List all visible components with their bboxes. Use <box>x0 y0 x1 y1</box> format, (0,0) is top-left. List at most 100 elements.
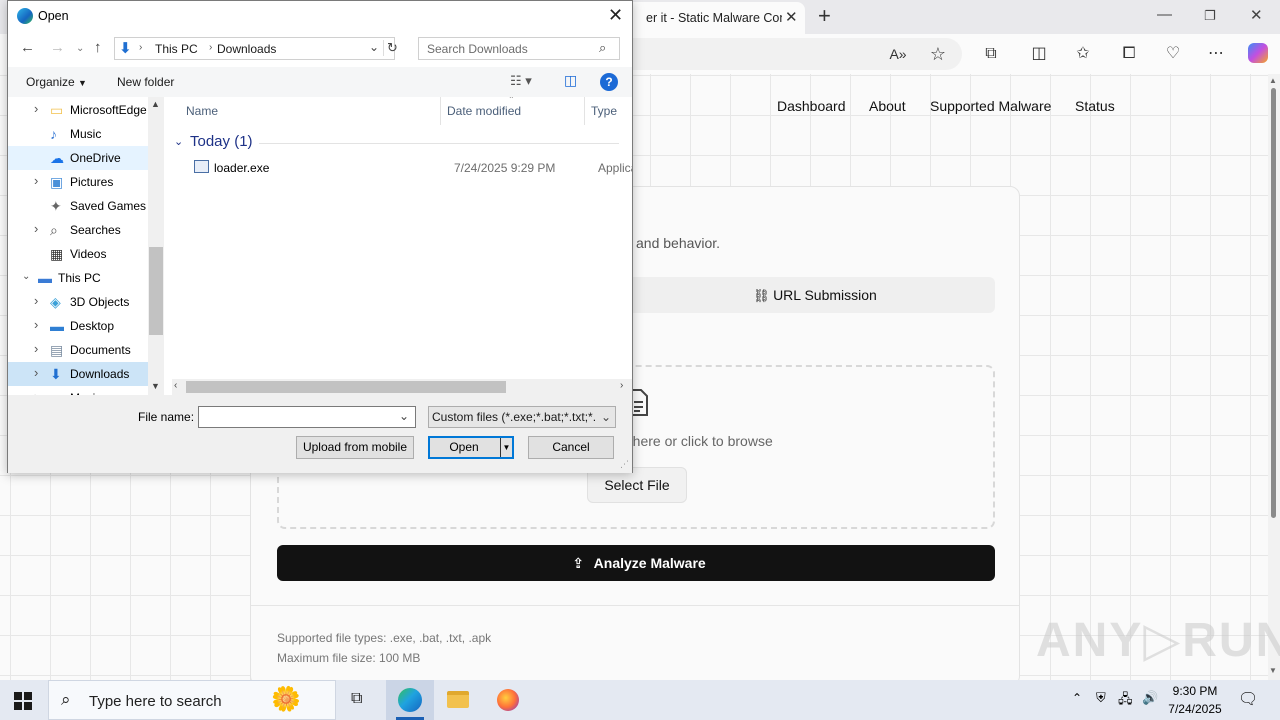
favorites-icon[interactable]: ✩ <box>1073 44 1093 64</box>
this-pc-icon: ▬ <box>38 270 52 286</box>
folder-icon: ▭ <box>50 102 64 118</box>
scroll-up-icon[interactable]: ▲ <box>1269 76 1277 85</box>
filepane-h-scroll-thumb[interactable] <box>186 381 506 393</box>
help-icon[interactable]: ? <box>600 73 618 91</box>
restore-icon[interactable]: ❐ <box>1204 8 1216 24</box>
task-view-icon[interactable]: ⧉ <box>336 680 384 720</box>
collapse-chevron-icon[interactable]: ⌄ <box>22 271 30 282</box>
favorite-star-icon[interactable]: ☆ <box>928 44 948 64</box>
open-button[interactable]: Open ▼ <box>428 436 514 459</box>
back-icon[interactable]: ← <box>20 39 35 56</box>
expand-chevron-icon[interactable]: › <box>34 293 38 308</box>
upload-from-mobile-button[interactable]: Upload from mobile <box>296 436 414 459</box>
open-split-dropdown-icon[interactable]: ▼ <box>500 438 512 457</box>
group-header-today[interactable]: Today (1) <box>190 133 253 150</box>
up-icon[interactable]: ↑ <box>94 39 102 56</box>
nav-item-music[interactable]: ♪ Music <box>8 122 148 146</box>
file-type-filter[interactable]: Custom files (*.exe;*.bat;*.txt;*. ⌄ <box>428 406 616 428</box>
refresh-icon[interactable]: ↻ <box>383 40 398 56</box>
tab-close-icon[interactable]: ✕ <box>785 8 798 26</box>
nav-status[interactable]: Status <box>1075 98 1115 114</box>
expand-chevron-icon[interactable]: › <box>34 341 38 356</box>
preview-pane-icon[interactable]: ◫ <box>564 72 577 89</box>
navpane-scroll-up-icon[interactable]: ▲ <box>151 99 160 109</box>
more-icon[interactable]: ⋯ <box>1206 44 1226 64</box>
new-folder-button[interactable]: New folder <box>117 75 174 89</box>
nav-supported-malware[interactable]: Supported Malware <box>930 98 1051 114</box>
column-header-type[interactable]: Type <box>591 104 617 118</box>
expand-chevron-icon[interactable]: › <box>34 221 38 236</box>
nav-about[interactable]: About <box>869 98 906 114</box>
nav-item-documents[interactable]: › ▤ Documents <box>8 338 148 362</box>
browser-essentials-icon[interactable]: ♡ <box>1163 44 1183 64</box>
dialog-close-icon[interactable]: ✕ <box>608 5 623 26</box>
scroll-left-icon[interactable]: ‹ <box>174 380 177 391</box>
navpane-scroll-thumb[interactable] <box>149 247 163 335</box>
nav-item-searches[interactable]: › ⌕ Searches <box>8 218 148 242</box>
nav-item-microsoftedge[interactable]: › ▭ MicrosoftEdge <box>8 98 148 122</box>
split-screen-icon[interactable]: ◫ <box>1029 44 1049 64</box>
filepane-h-scrollbar[interactable]: ‹ › <box>172 379 632 395</box>
file-name-input[interactable]: ⌄ <box>198 406 416 428</box>
page-scroll-thumb[interactable] <box>1271 88 1276 518</box>
expand-chevron-icon[interactable]: › <box>34 317 38 332</box>
nav-item-this-pc[interactable]: ⌄ ▬ This PC <box>8 266 148 290</box>
breadcrumb-downloads[interactable]: Downloads <box>217 42 276 56</box>
cancel-button[interactable]: Cancel <box>528 436 614 459</box>
nav-item-3d-objects[interactable]: › ◈ 3D Objects <box>8 290 148 314</box>
nav-dashboard[interactable]: Dashboard <box>777 98 846 114</box>
breadcrumb-separator-icon: › <box>139 42 143 53</box>
page-scrollbar[interactable]: ▲ ▼ <box>1268 74 1280 680</box>
navpane-scrollbar[interactable]: ▲ ▼ <box>148 97 164 395</box>
organize-dropdown-icon: ▼ <box>78 78 87 88</box>
scroll-right-icon[interactable]: › <box>620 380 623 391</box>
navpane-scroll-down-icon[interactable]: ▼ <box>151 381 160 391</box>
column-header-date-modified[interactable]: Date modified <box>447 104 521 118</box>
network-icon[interactable]: 🖧 <box>1118 690 1133 712</box>
expand-chevron-icon[interactable]: › <box>34 173 38 188</box>
show-hidden-icons-icon[interactable]: ⌃ <box>1072 691 1082 705</box>
file-explorer-icon[interactable] <box>434 680 482 720</box>
view-options-icon[interactable]: ☷ ▾ <box>510 73 532 89</box>
breadcrumb-this-pc[interactable]: This PC <box>155 42 198 56</box>
nav-item-onedrive[interactable]: ☁ OneDrive <box>8 146 148 170</box>
collections-icon[interactable]: ⧠ <box>1119 44 1139 64</box>
nav-item-saved-games[interactable]: ✦ Saved Games <box>8 194 148 218</box>
taskbar-search[interactable]: ⌕ Type here to search 🌼 <box>48 680 336 720</box>
organize-menu[interactable]: Organize ▼ <box>26 75 87 89</box>
forward-icon[interactable]: → <box>50 39 65 56</box>
url-submission-tab[interactable]: ⛓ URL Submission <box>635 277 995 313</box>
read-aloud-icon[interactable]: A» <box>888 44 908 64</box>
analyze-malware-button[interactable]: ⇪ Analyze Malware <box>277 545 995 581</box>
extensions-icon[interactable]: ⧉ <box>981 44 1001 64</box>
expand-chevron-icon[interactable]: › <box>34 101 38 116</box>
firefox-icon[interactable] <box>484 680 532 720</box>
recent-locations-icon[interactable]: ⌄ <box>76 43 84 54</box>
clock-date[interactable]: 7/24/2025 <box>1164 702 1226 716</box>
new-tab-icon[interactable]: + <box>818 3 831 29</box>
search-downloads-box[interactable]: Search Downloads ⌕ <box>418 37 620 60</box>
security-icon[interactable]: ⛨ <box>1096 690 1106 706</box>
exe-file-icon <box>194 160 209 173</box>
group-collapse-icon[interactable]: ⌄ <box>174 135 183 148</box>
notifications-icon[interactable]: 🗨 <box>1238 689 1258 709</box>
address-dropdown-icon[interactable]: ⌄ <box>369 40 379 54</box>
expand-chevron-icon[interactable]: › <box>34 365 38 380</box>
tab-title: er it - Static Malware Config <box>646 11 782 25</box>
edge-taskbar-icon[interactable] <box>386 680 434 720</box>
volume-icon[interactable]: 🔊 <box>1142 690 1158 706</box>
nav-item-music[interactable]: ›♪Music <box>8 386 148 395</box>
clock-time[interactable]: 9:30 PM <box>1164 684 1226 698</box>
nav-item-videos[interactable]: ▦ Videos <box>8 242 148 266</box>
column-header-name[interactable]: Name <box>186 104 218 118</box>
resize-grip-icon[interactable]: ⋰ <box>620 459 629 470</box>
file-name-dropdown-icon[interactable]: ⌄ <box>399 409 409 423</box>
start-windows-icon[interactable] <box>14 692 32 710</box>
nav-item-downloads[interactable]: › ⬇ Downloads <box>8 362 148 386</box>
minimize-icon[interactable]: — <box>1157 6 1172 23</box>
dialog-address-bar[interactable]: ⬇ › This PC › Downloads ⌄ ↻ <box>114 37 398 60</box>
nav-item-desktop[interactable]: › ▬ Desktop <box>8 314 148 338</box>
copilot-icon[interactable] <box>1248 43 1268 63</box>
window-close-icon[interactable]: ✕ <box>1250 6 1263 24</box>
nav-item-pictures[interactable]: › ▣ Pictures <box>8 170 148 194</box>
